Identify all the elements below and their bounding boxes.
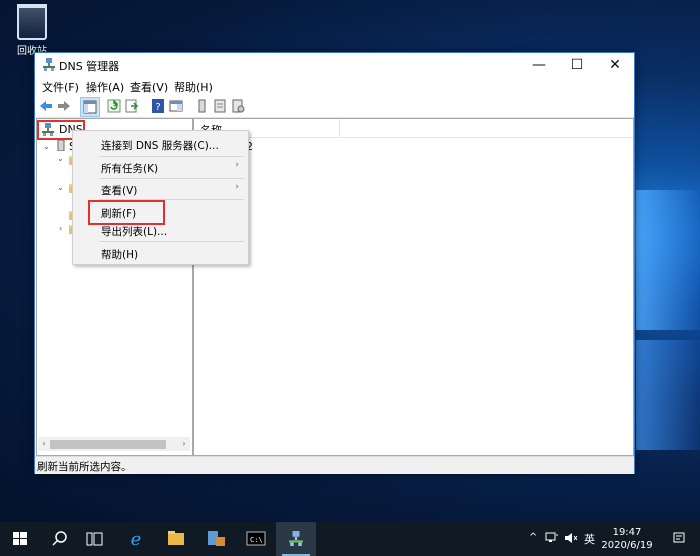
- properties-pane-icon[interactable]: [168, 98, 184, 114]
- dns-node-icon: [42, 123, 54, 136]
- recycle-bin[interactable]: 回收站: [10, 4, 54, 57]
- menu-help[interactable]: 帮助(H): [174, 79, 213, 95]
- chevron-down-icon[interactable]: ⌄: [43, 142, 50, 151]
- command-prompt-icon[interactable]: C:\: [236, 522, 276, 556]
- context-menu: 连接到 DNS 服务器(C)... 所有任务(K) › 查看(V) › 刷新(F…: [72, 130, 249, 265]
- server-manager-icon[interactable]: [196, 522, 236, 556]
- console-tree-icon[interactable]: [80, 97, 100, 117]
- clock-time: 19:47: [612, 527, 642, 538]
- context-item-view[interactable]: 查看(V): [101, 183, 137, 198]
- column-divider[interactable]: [339, 119, 340, 137]
- notification-icon[interactable]: [672, 531, 686, 545]
- menu-bar: 文件(F) 操作(A) 查看(V) 帮助(H): [35, 77, 634, 95]
- dns-app-icon: [43, 58, 55, 71]
- menu-action[interactable]: 操作(A): [86, 79, 124, 95]
- title-bar[interactable]: DNS 管理器 — ☐ ✕: [35, 53, 634, 77]
- svg-text:?: ?: [155, 102, 160, 113]
- dns-manager-taskbar-button[interactable]: [276, 522, 316, 556]
- svg-text:e: e: [131, 529, 142, 550]
- task-view-icon[interactable]: [74, 522, 114, 556]
- forward-arrow-icon[interactable]: [56, 98, 72, 114]
- back-arrow-icon[interactable]: [38, 98, 54, 114]
- maximize-button[interactable]: ☐: [558, 53, 596, 77]
- taskbar-clock[interactable]: 19:47 2020/6/19: [587, 526, 667, 552]
- context-item-refresh[interactable]: 刷新(F): [101, 206, 136, 221]
- taskbar: e C:\ ^ 英 19:47 2020/6/19: [0, 522, 700, 556]
- chevron-down-icon[interactable]: ⌄: [57, 183, 64, 192]
- window-title: DNS 管理器: [59, 60, 120, 73]
- list-header: 名称: [194, 119, 633, 138]
- recycle-bin-icon: [17, 4, 47, 40]
- network-icon[interactable]: [545, 531, 559, 545]
- close-button[interactable]: ✕: [596, 53, 634, 77]
- tree-horizontal-scrollbar[interactable]: ‹ ›: [38, 437, 190, 451]
- dns-app-icon: [289, 531, 303, 546]
- status-bar: 刷新当前所选内容。: [35, 456, 634, 474]
- menu-file[interactable]: 文件(F): [42, 79, 79, 95]
- volume-muted-icon[interactable]: [564, 531, 578, 545]
- windows-start-icon[interactable]: [0, 522, 40, 556]
- file-explorer-icon[interactable]: [156, 522, 196, 556]
- server-icon: [57, 140, 65, 151]
- show-hidden-icons-chevron[interactable]: ^: [529, 532, 537, 543]
- export-list-icon[interactable]: [124, 98, 140, 114]
- menu-view[interactable]: 查看(V): [130, 79, 168, 95]
- chevron-down-icon[interactable]: ⌄: [57, 154, 64, 163]
- scrollbar-thumb[interactable]: [50, 440, 166, 449]
- context-item-export-list[interactable]: 导出列表(L)...: [101, 224, 167, 239]
- status-text: 刷新当前所选内容。: [37, 461, 132, 473]
- result-list-pane: 名称 2: [193, 118, 634, 456]
- server-settings-icon[interactable]: [230, 98, 246, 114]
- menu-separator: [99, 241, 244, 242]
- refresh-icon[interactable]: [106, 98, 122, 114]
- chevron-right-icon[interactable]: ›: [59, 224, 62, 233]
- wallpaper-light: [636, 190, 700, 330]
- internet-explorer-icon[interactable]: e: [116, 522, 156, 556]
- help-icon[interactable]: ?: [150, 98, 166, 114]
- menu-separator: [99, 178, 244, 179]
- context-item-help[interactable]: 帮助(H): [101, 247, 138, 262]
- context-item-all-tasks[interactable]: 所有任务(K): [101, 161, 158, 176]
- menu-separator: [99, 156, 244, 157]
- scroll-left-icon[interactable]: ‹: [38, 437, 50, 451]
- context-item-connect-dns-server[interactable]: 连接到 DNS 服务器(C)...: [101, 138, 219, 153]
- minimize-button[interactable]: —: [520, 53, 558, 77]
- wallpaper-light: [636, 340, 700, 450]
- server-icon[interactable]: [194, 98, 210, 114]
- scroll-right-icon[interactable]: ›: [178, 437, 190, 451]
- clock-date: 2020/6/19: [601, 540, 653, 551]
- toolbar: ?: [35, 95, 634, 118]
- submenu-arrow-icon: ›: [235, 160, 239, 170]
- submenu-arrow-icon: ›: [235, 182, 239, 192]
- server-list-icon[interactable]: [212, 98, 228, 114]
- svg-text:C:\: C:\: [250, 536, 263, 544]
